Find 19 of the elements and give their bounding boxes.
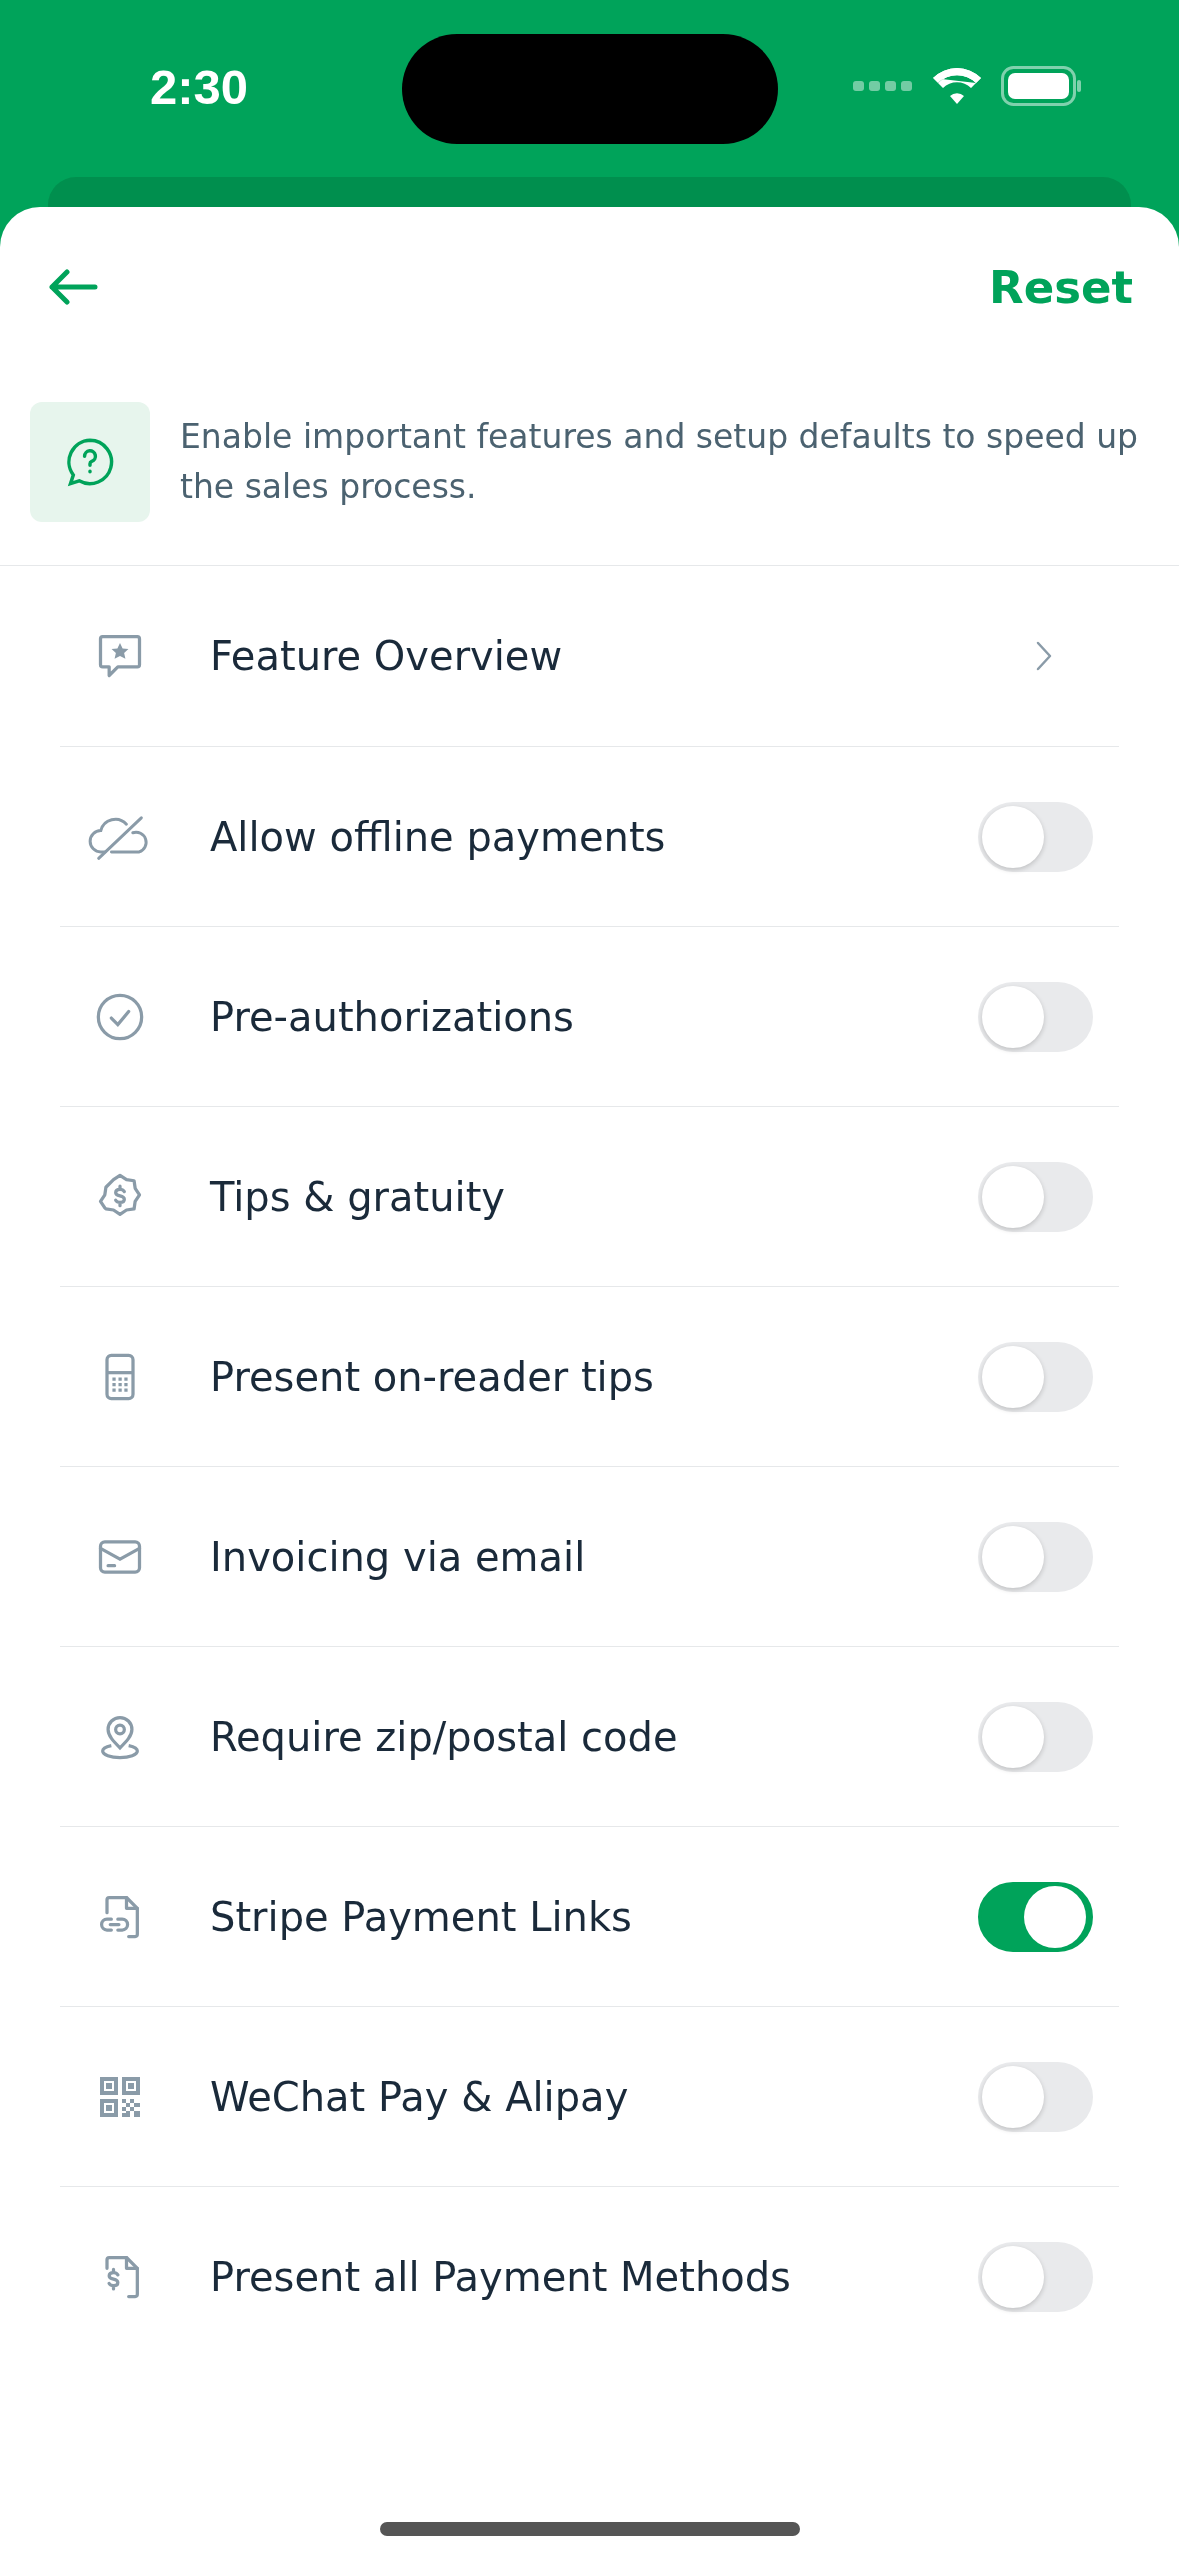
- status-time: 2:30: [150, 58, 250, 115]
- battery-icon: [1001, 66, 1083, 106]
- setting-label: Require zip/postal code: [210, 1713, 679, 1760]
- reset-button[interactable]: Reset: [989, 260, 1133, 314]
- setting-label: Invoicing via email: [210, 1533, 587, 1580]
- setting-label: Pre-authorizations: [210, 993, 575, 1040]
- setting-label: Stripe Payment Links: [210, 1893, 633, 1940]
- back-arrow-icon[interactable]: [48, 269, 98, 305]
- help-chat-icon: [64, 436, 116, 488]
- setting-label: Tips & gratuity: [210, 1173, 507, 1220]
- info-text: Enable important features and setup defaults to speed up the sales process.: [180, 416, 1140, 508]
- setting-label: WeChat Pay & Alipay: [210, 2073, 630, 2120]
- wifi-icon: [931, 66, 983, 106]
- signal-icon: [853, 79, 913, 93]
- setting-label: Feature Overview: [210, 633, 564, 679]
- setting-label: Allow offline payments: [210, 813, 667, 860]
- setting-label: Present on-reader tips: [210, 1353, 655, 1400]
- chevron-right-icon[interactable]: [1035, 640, 1053, 672]
- setting-label: Present all Payment Methods: [210, 2253, 792, 2300]
